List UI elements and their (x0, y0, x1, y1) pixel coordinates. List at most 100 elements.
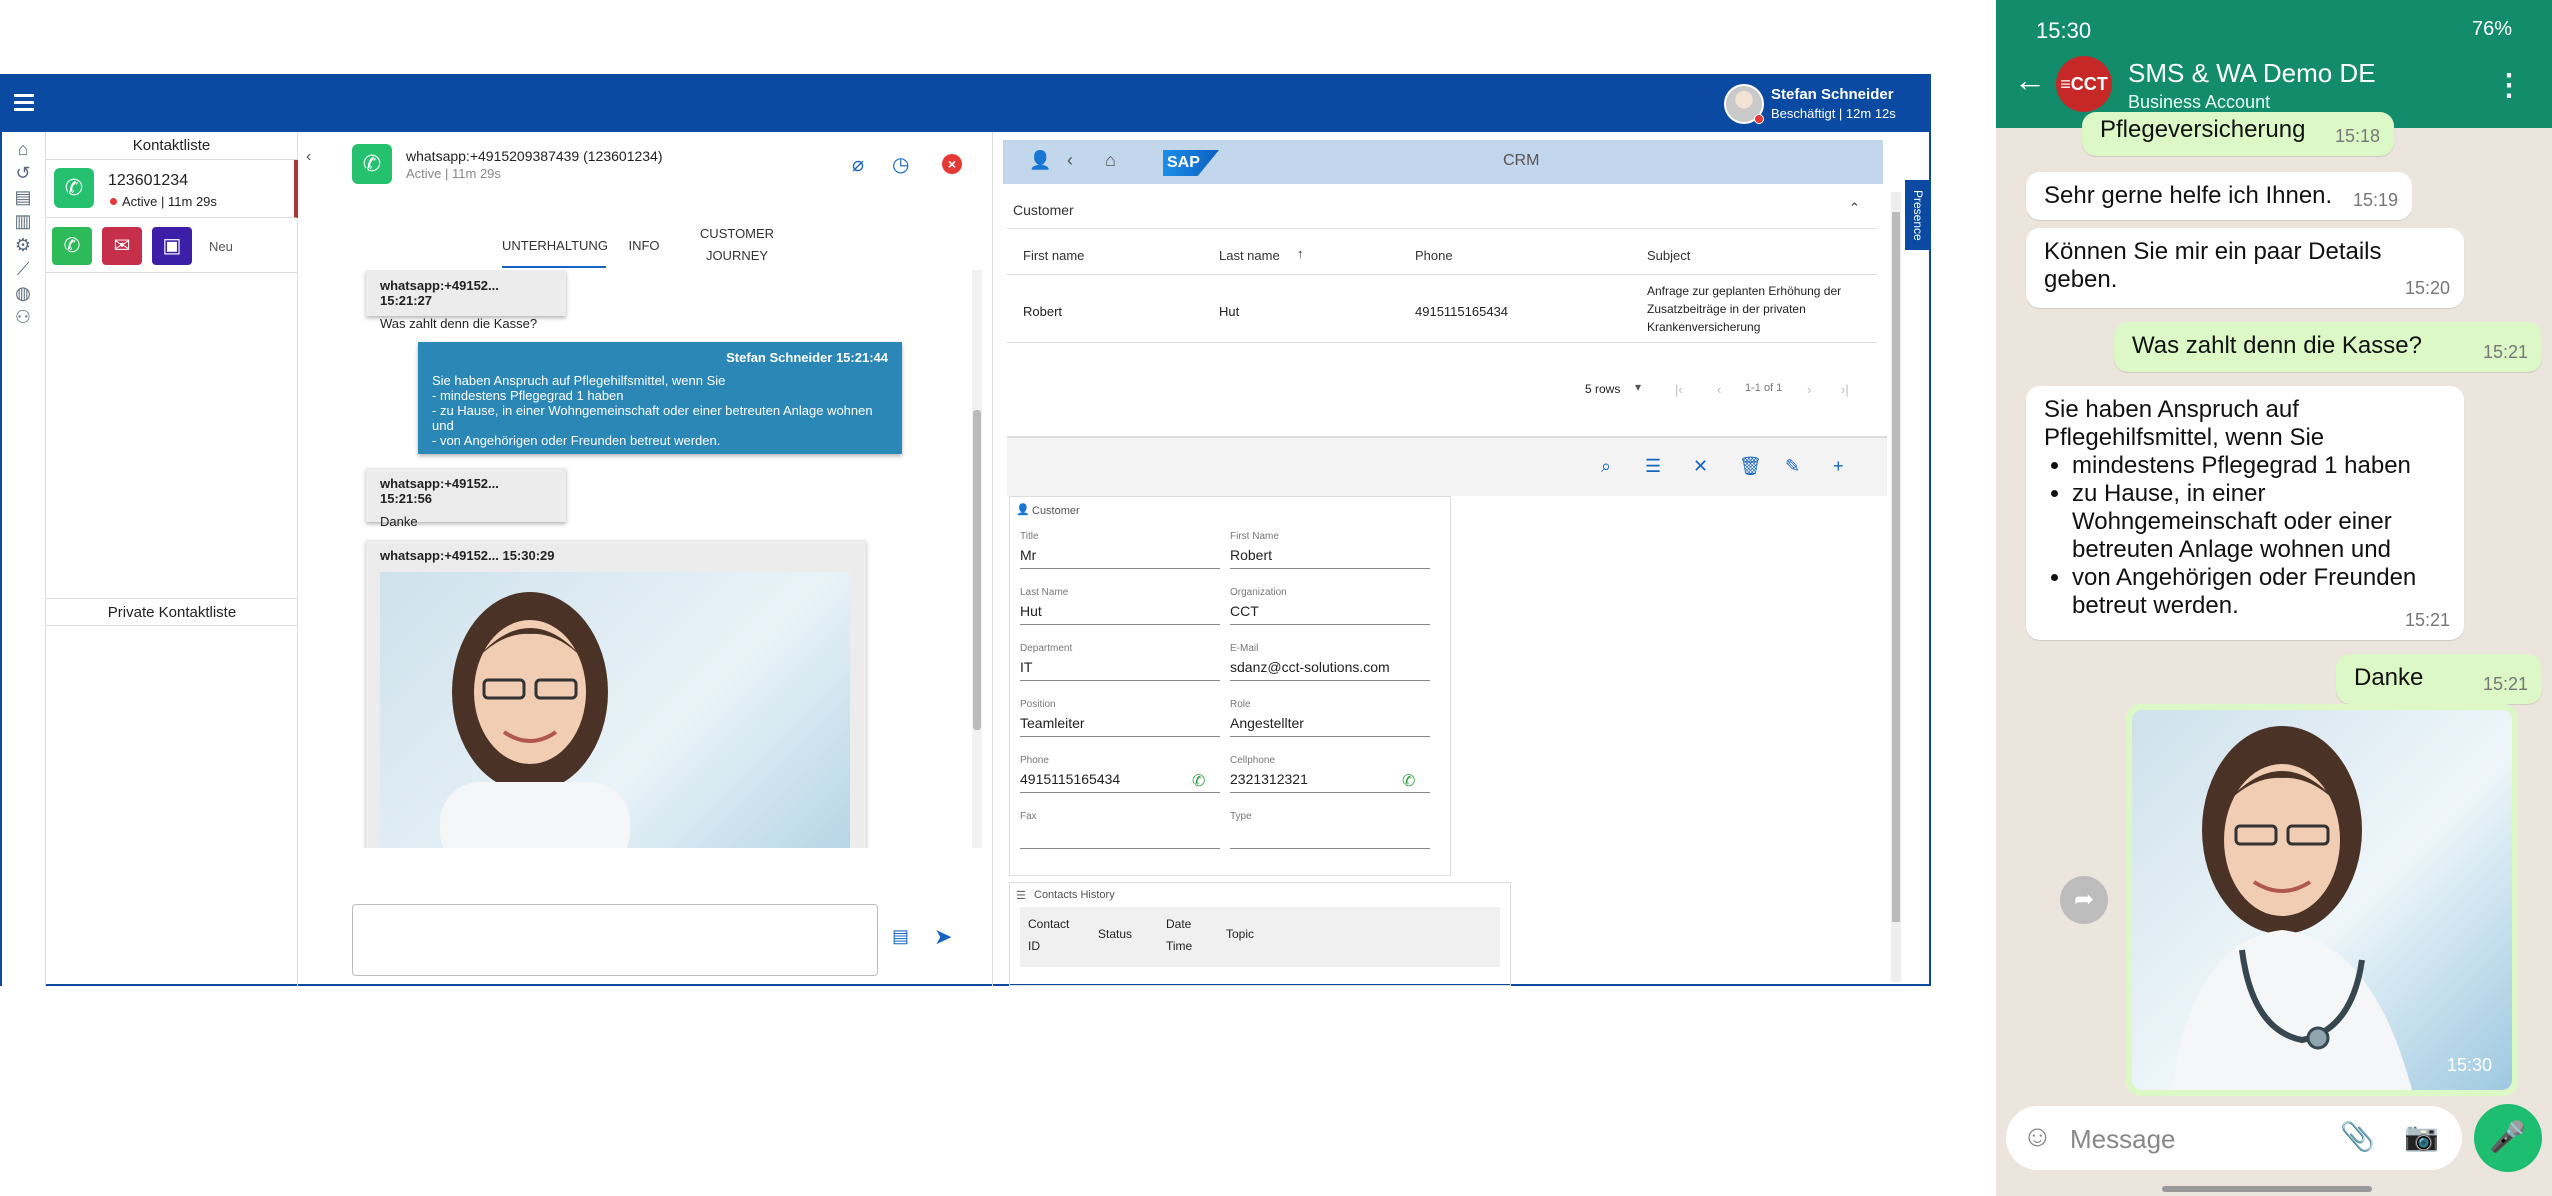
user-status: Beschäftigt | 12m 12s (1771, 106, 1896, 121)
column-header[interactable]: First name (1023, 248, 1084, 263)
chat-name[interactable]: SMS & WA Demo DE (2128, 58, 2376, 89)
rows-select[interactable]: 5 rows (1585, 382, 1620, 396)
add-icon[interactable]: + (1833, 456, 1844, 477)
doctor-photo[interactable] (380, 572, 850, 848)
chat-bubble-outgoing[interactable]: Was zahlt denn die Kasse? 15:21 (2114, 322, 2542, 372)
filter-icon[interactable]: ☰ (1645, 456, 1661, 477)
column-header[interactable]: Subject (1647, 248, 1690, 263)
home-icon[interactable]: ⌂ (1105, 150, 1116, 171)
table-cell[interactable]: Krankenversicherung (1647, 320, 1760, 334)
chevron-left-icon[interactable]: ‹ (306, 148, 311, 166)
tab-customer[interactable]: CUSTOMER (682, 226, 792, 241)
camera-icon[interactable]: 📷 (2404, 1120, 2439, 1153)
contact-item[interactable]: ✆ 123601234 Active | 11m 29s (46, 160, 298, 218)
last-page-icon[interactable]: ›| (1841, 382, 1849, 397)
chart-icon[interactable]: ▥ (12, 210, 34, 232)
attachment-icon[interactable]: ⌀ (852, 152, 864, 177)
chevron-left-icon[interactable]: ‹ (1067, 150, 1073, 171)
role-field[interactable]: Angestellter (1230, 713, 1430, 737)
chat-bubble-outgoing[interactable]: Danke 15:21 (2336, 654, 2542, 704)
table-cell[interactable]: Hut (1219, 304, 1239, 319)
table-cell[interactable]: 4915115165434 (1415, 304, 1508, 319)
doctor-photo[interactable]: 15:30 (2132, 710, 2512, 1090)
close-icon[interactable]: ✕ (1693, 456, 1708, 477)
column-header[interactable]: Date (1166, 917, 1191, 931)
email-field[interactable]: sdanz@cct-solutions.com (1230, 657, 1430, 681)
phone-icon[interactable]: ✆ (1192, 771, 1205, 791)
history-icon[interactable]: ↺ (12, 162, 34, 184)
template-icon[interactable]: ▤ (892, 926, 909, 947)
tab-journey[interactable]: JOURNEY (682, 248, 792, 263)
column-header[interactable]: Time (1166, 939, 1192, 953)
home-icon[interactable]: ⌂ (12, 138, 34, 160)
customer-detail-card: 👤 Customer Title Mr First Name Robert La… (1009, 496, 1451, 876)
last-name-field[interactable]: Hut (1020, 601, 1220, 625)
forward-icon[interactable]: ➦ (2060, 876, 2108, 924)
position-field[interactable]: Teamleiter (1020, 713, 1220, 737)
column-header[interactable]: ID (1028, 939, 1040, 953)
column-header[interactable]: Phone (1415, 248, 1453, 263)
settings-icon[interactable]: ⚙ (12, 234, 34, 256)
chat-image-bubble[interactable]: 15:30 (2126, 704, 2518, 1096)
edit-icon[interactable]: ✎ (1785, 456, 1800, 477)
chat-scrollbar[interactable] (972, 270, 982, 848)
department-field[interactable]: IT (1020, 657, 1220, 681)
chevron-down-icon[interactable]: ▾ (1635, 380, 1641, 394)
cellphone-field[interactable]: 2321312321 (1230, 769, 1430, 793)
column-header[interactable]: Last name (1219, 248, 1280, 263)
person-icon[interactable]: 👤 (1029, 150, 1051, 171)
page-range: 1-1 of 1 (1745, 382, 1783, 394)
more-options-icon[interactable]: ⋮ (2494, 68, 2524, 103)
trend-icon[interactable]: ⟋ (12, 258, 34, 280)
field-label: Phone (1020, 755, 1049, 766)
tab-unterhaltung[interactable]: UNTERHALTUNG (502, 238, 608, 253)
message-input[interactable] (352, 904, 878, 976)
fax-field[interactable] (1020, 825, 1220, 849)
table-cell[interactable]: Anfrage zur geplanten Erhöhung der (1647, 284, 1841, 298)
next-page-icon[interactable]: › (1807, 382, 1811, 397)
chat-bubble-incoming[interactable]: Können Sie mir ein paar Details geben. 1… (2026, 228, 2464, 308)
add-chat-button[interactable]: ▣ (152, 227, 192, 265)
type-field[interactable] (1230, 825, 1430, 849)
book-icon[interactable]: ▤ (12, 186, 34, 208)
field-label: Role (1230, 699, 1251, 710)
phone-field[interactable]: 4915115165434 (1020, 769, 1220, 793)
close-icon[interactable]: × (942, 154, 962, 174)
message-input[interactable]: ☺ Message 📎 📷 (2006, 1106, 2462, 1170)
menu-icon[interactable] (14, 94, 34, 111)
globe-icon[interactable]: ◍ (12, 282, 34, 304)
chat-bubble-incoming[interactable]: Sie haben Anspruch auf Pflegehilfsmittel… (2026, 386, 2464, 640)
phone-icon[interactable]: ✆ (1402, 771, 1415, 791)
chevron-up-icon[interactable]: ⌃ (1849, 200, 1860, 216)
table-cell[interactable]: Robert (1023, 304, 1062, 319)
delete-icon[interactable]: 🗑 (1739, 456, 1762, 477)
avatar[interactable]: ≡CCT (2056, 56, 2112, 112)
title-field[interactable]: Mr (1020, 545, 1220, 569)
search-icon[interactable]: ⌕ (1601, 456, 1611, 477)
organization-field[interactable]: CCT (1230, 601, 1430, 625)
clock-icon[interactable]: ◷ (892, 152, 909, 177)
conversation-title: whatsapp:+4915209387439 (123601234) (406, 148, 663, 164)
first-page-icon[interactable]: |‹ (1675, 382, 1683, 397)
new-label[interactable]: Neu (209, 239, 233, 254)
column-header[interactable]: Topic (1226, 927, 1254, 941)
add-mail-button[interactable]: ✉ (102, 227, 142, 265)
crm-scrollbar[interactable] (1891, 192, 1901, 982)
first-name-field[interactable]: Robert (1230, 545, 1430, 569)
add-call-button[interactable]: ✆ (52, 227, 92, 265)
send-icon[interactable]: ➤ (934, 924, 952, 950)
column-header[interactable]: Contact (1028, 917, 1069, 931)
attachment-icon[interactable]: 📎 (2340, 1120, 2375, 1153)
chat-bubble-outgoing[interactable]: Pflegeversicherung 15:18 (2082, 112, 2394, 156)
prev-page-icon[interactable]: ‹ (1717, 382, 1721, 397)
people-icon[interactable]: ⚇ (12, 306, 34, 328)
column-header[interactable]: Status (1098, 927, 1132, 941)
sort-icon[interactable]: ↑ (1297, 246, 1304, 261)
presence-tab[interactable]: Presence (1905, 180, 1931, 250)
chat-bubble-incoming[interactable]: Sehr gerne helfe ich Ihnen. 15:19 (2026, 172, 2412, 220)
emoji-icon[interactable]: ☺ (2022, 1120, 2053, 1154)
table-cell[interactable]: Zusatzbeiträge in der privaten (1647, 302, 1806, 316)
mic-button[interactable]: 🎤 (2474, 1104, 2542, 1172)
back-arrow-icon[interactable]: ← (2014, 62, 2046, 99)
tab-info[interactable]: INFO (614, 238, 674, 253)
